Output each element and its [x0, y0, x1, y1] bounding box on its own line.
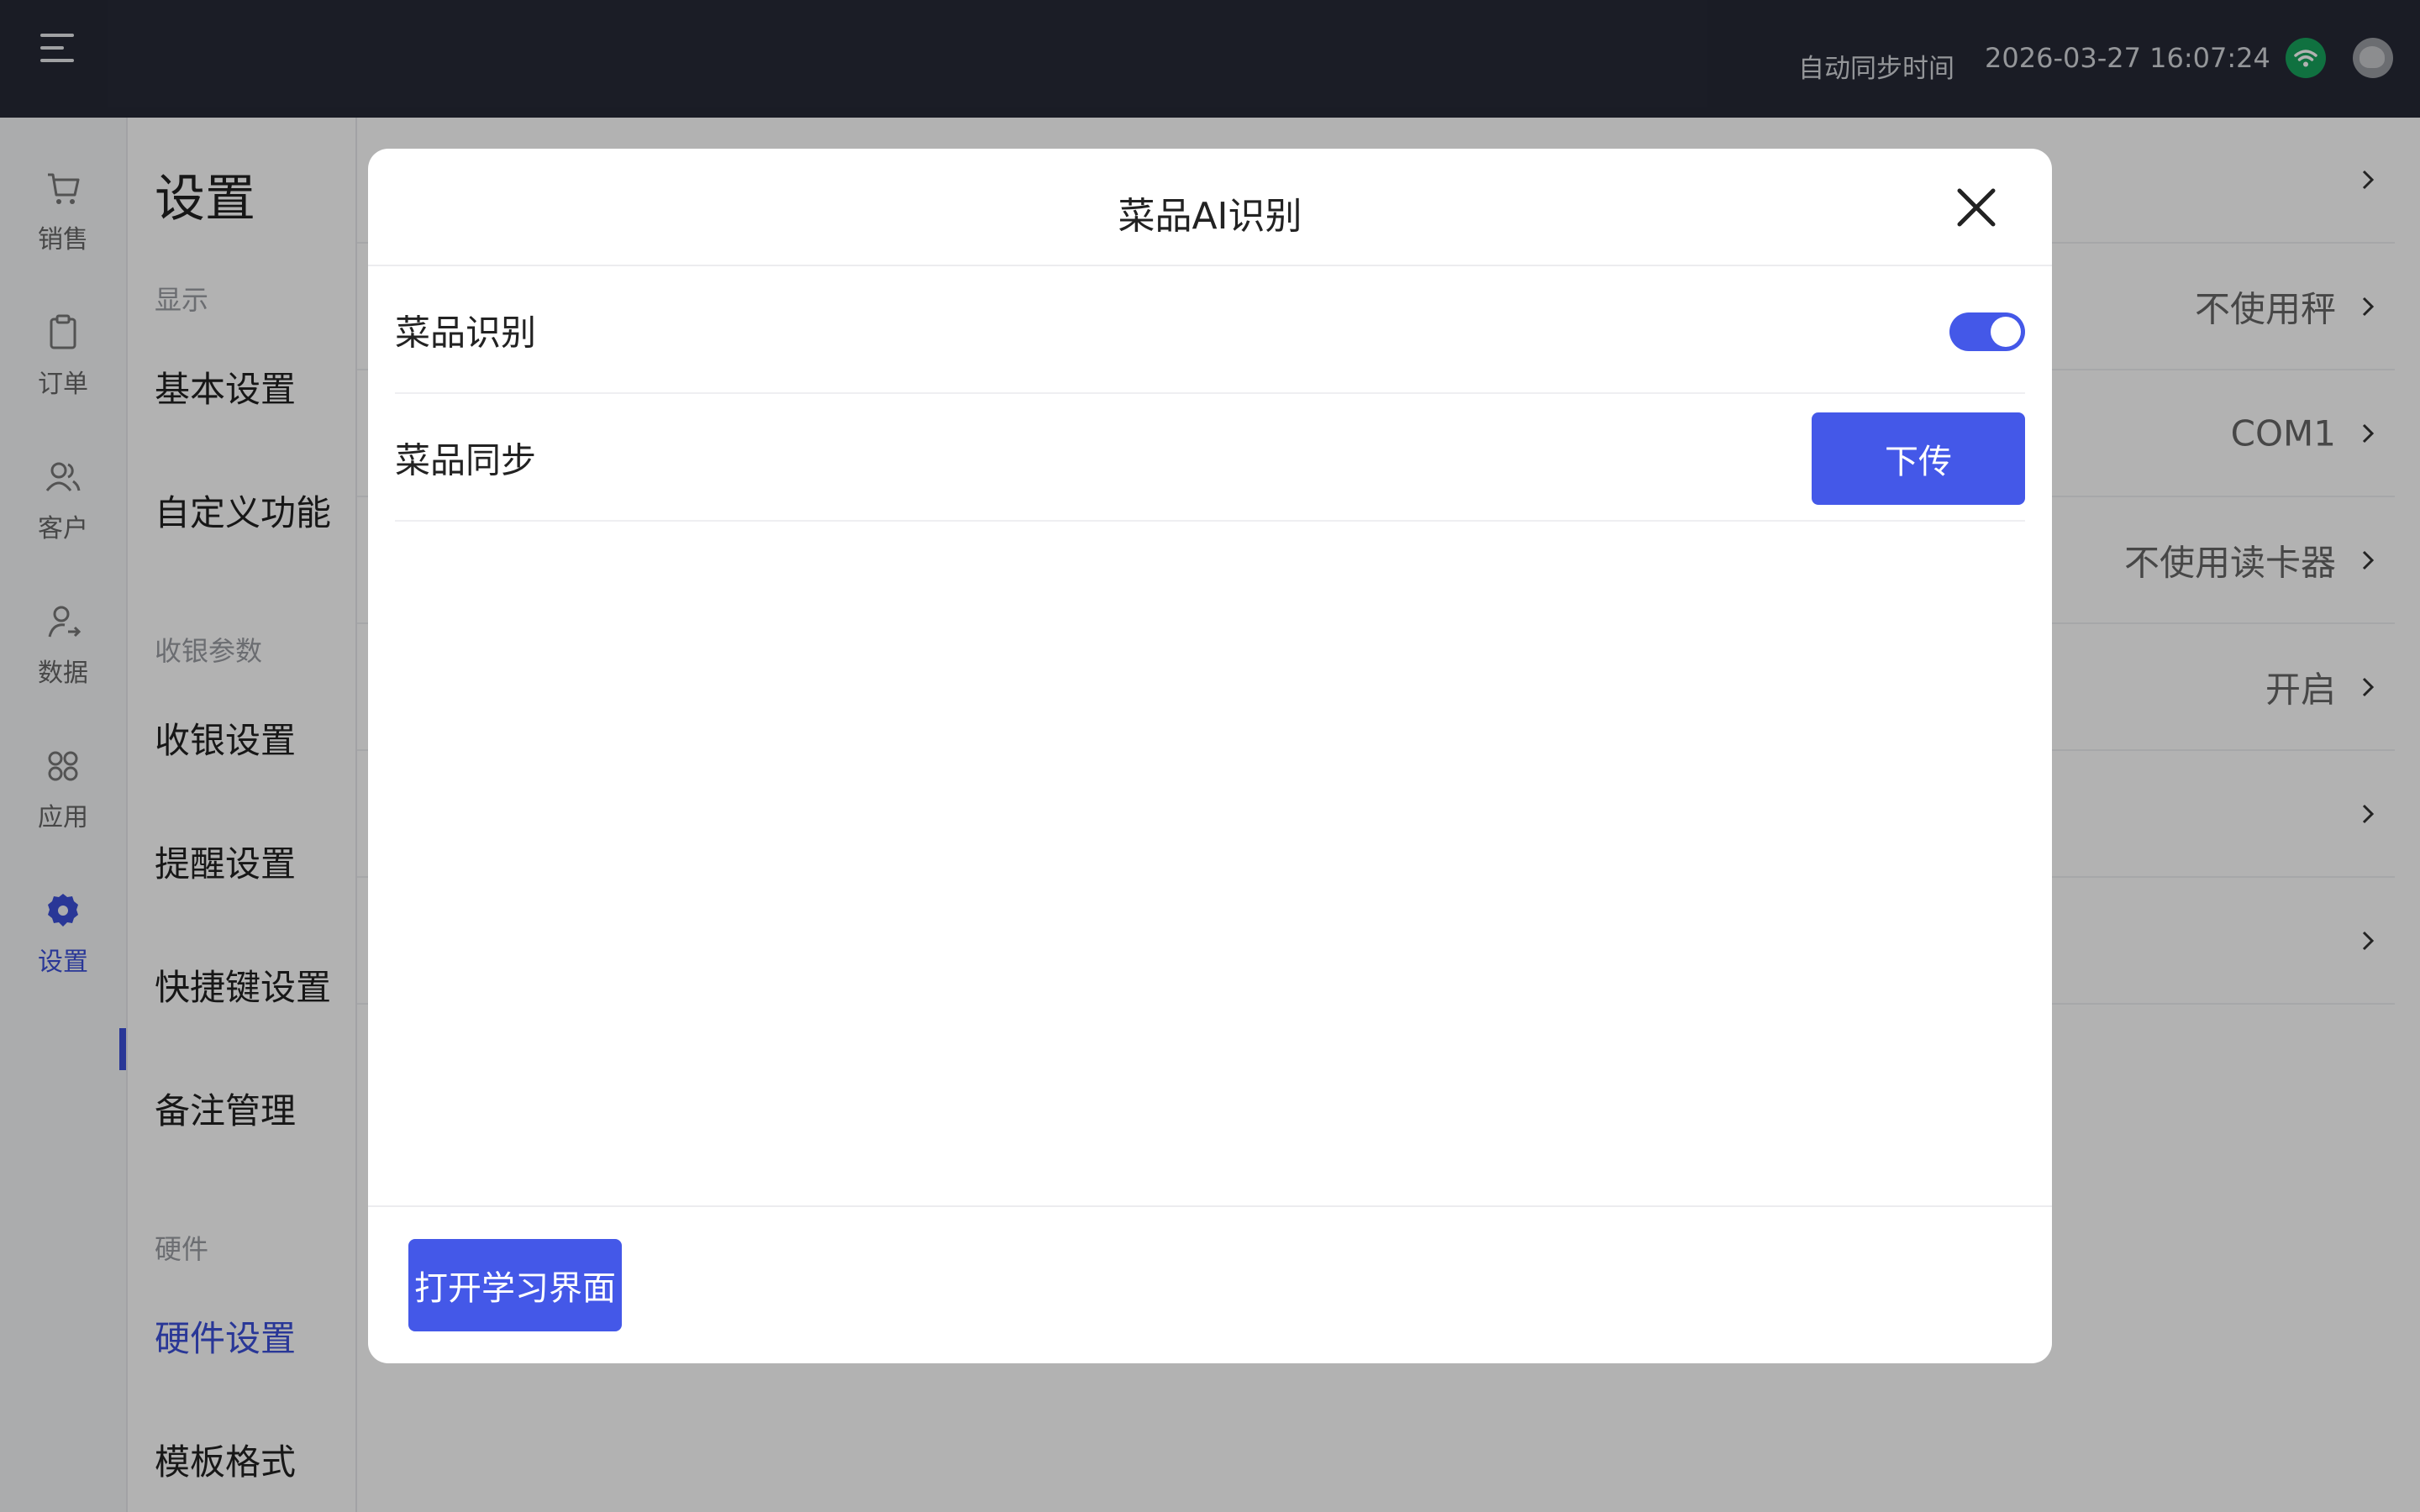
dish-recognition-label: 菜品识别 [395, 312, 537, 354]
toggle-knob [1991, 317, 2021, 347]
dialog-title: 菜品AI识别 [1118, 195, 1302, 238]
dish-sync-row: 菜品同步 下传 [395, 396, 2025, 522]
close-icon[interactable] [1951, 182, 2002, 233]
dish-recognition-row: 菜品识别 [395, 268, 2025, 394]
dialog-footer: 打开学习界面 [368, 1205, 2052, 1363]
dish-sync-label: 菜品同步 [395, 439, 537, 481]
dialog-header: 菜品AI识别 [368, 149, 2052, 266]
dish-ai-dialog: 菜品AI识别 菜品识别 菜品同步 下传 打开学习界面 [368, 149, 2052, 1363]
open-learning-button[interactable]: 打开学习界面 [408, 1239, 622, 1331]
download-button[interactable]: 下传 [1812, 412, 2025, 505]
dish-recognition-toggle[interactable] [1949, 312, 2025, 351]
